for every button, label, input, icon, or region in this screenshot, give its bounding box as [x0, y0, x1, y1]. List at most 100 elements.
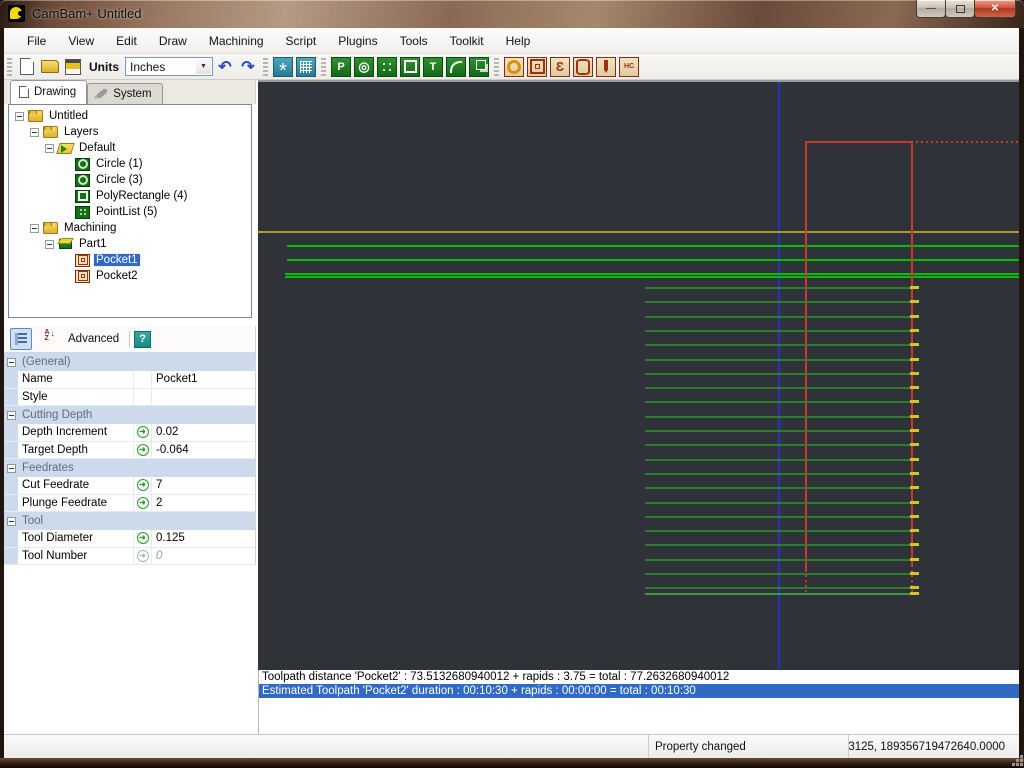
minimize-button[interactable]: — [916, 0, 946, 18]
expander-icon[interactable] [45, 144, 54, 153]
log-message[interactable]: Toolpath distance 'Pocket2' : 73.5132680… [259, 670, 1019, 684]
rectangle-icon[interactable] [400, 57, 420, 77]
rapid-tick-15-line [910, 501, 919, 504]
collapse-icon[interactable] [7, 358, 16, 367]
pointlist-icon[interactable] [377, 57, 397, 77]
property-value[interactable]: -0.064 [152, 442, 255, 459]
property-category[interactable]: (General) [4, 353, 255, 371]
property-category[interactable]: Cutting Depth [4, 406, 255, 424]
advanced-button[interactable]: Advanced [62, 331, 125, 347]
menu-file[interactable]: File [16, 29, 57, 53]
surface-icon[interactable] [469, 57, 489, 77]
property-value[interactable]: Pocket1 [152, 371, 255, 388]
tab-drawing[interactable]: Drawing [10, 80, 87, 104]
property-row-target-depth[interactable]: Target Depth➜-0.064 [4, 442, 255, 460]
open-file-icon[interactable] [40, 57, 60, 77]
property-value[interactable]: 0.02 [152, 424, 255, 441]
property-value[interactable]: 0 [152, 548, 255, 565]
collapse-icon[interactable] [7, 517, 16, 526]
property-row-style[interactable]: Style [4, 389, 255, 407]
menu-draw[interactable]: Draw [148, 29, 198, 53]
alphabetical-sort-button[interactable]: AZ [36, 328, 58, 350]
green-arrow-icon[interactable]: ➜ [137, 532, 149, 544]
maximize-button[interactable] [945, 0, 975, 18]
property-row-tool-diameter[interactable]: Tool Diameter➜0.125 [4, 530, 255, 548]
green-arrow-icon[interactable]: ➜ [137, 444, 149, 456]
green-arrow-icon[interactable]: ➜ [137, 479, 149, 491]
tree-item-untitled[interactable]: Untitled [9, 108, 251, 124]
log-message[interactable]: Estimated Toolpath 'Pocket2' duration : … [259, 684, 1019, 698]
property-value[interactable]: 7 [152, 477, 255, 494]
new-file-icon[interactable] [17, 57, 37, 77]
tree-item-machining[interactable]: Machining [9, 220, 251, 236]
tab-system[interactable]: System [87, 83, 162, 104]
engrave-icon[interactable] [550, 57, 570, 77]
property-category[interactable]: Tool [4, 512, 255, 530]
property-row-depth-increment[interactable]: Depth Increment➜0.02 [4, 424, 255, 442]
green-arrow-icon[interactable]: ➜ [137, 426, 149, 438]
categorized-view-button[interactable] [10, 328, 32, 350]
toolbar-grip[interactable] [263, 58, 268, 76]
resize-grip[interactable] [1020, 763, 1023, 766]
menu-view[interactable]: View [57, 29, 105, 53]
tree-item-polyrectangle-4-[interactable]: PolyRectangle (4) [9, 188, 251, 204]
circle-icon[interactable] [354, 57, 374, 77]
units-dropdown[interactable]: Inches ▼ [125, 57, 213, 76]
property-row-plunge-feedrate[interactable]: Plunge Feedrate➜2 [4, 495, 255, 513]
polyline-icon[interactable] [331, 57, 351, 77]
snap-icon[interactable] [273, 57, 293, 77]
redo-icon[interactable]: ↷ [238, 57, 258, 77]
menu-toolkit[interactable]: Toolkit [439, 29, 495, 53]
expander-icon[interactable] [30, 128, 39, 137]
tree-item-label: Pocket1 [94, 254, 140, 266]
tree-item-pocket2[interactable]: Pocket2 [9, 268, 251, 284]
grid-icon[interactable] [296, 57, 316, 77]
save-icon[interactable] [63, 57, 83, 77]
property-value[interactable]: 2 [152, 495, 255, 512]
menu-help[interactable]: Help [495, 29, 542, 53]
green-arrow-icon[interactable]: ➜ [137, 497, 149, 509]
property-category[interactable]: Feedrates [4, 459, 255, 477]
expander-icon[interactable] [30, 224, 39, 233]
toolbar-grip[interactable] [7, 58, 12, 76]
drill-icon[interactable] [504, 57, 524, 77]
toolbar-grip[interactable] [321, 58, 326, 76]
menu-machining[interactable]: Machining [198, 29, 275, 53]
help-icon[interactable]: ? [134, 331, 151, 348]
chevron-down-icon[interactable]: ▼ [196, 59, 211, 74]
tree-item-circle-1-[interactable]: Circle (1) [9, 156, 251, 172]
categorized-icon [15, 333, 27, 345]
property-row-name[interactable]: NamePocket1 [4, 371, 255, 389]
property-row-cut-feedrate[interactable]: Cut Feedrate➜7 [4, 477, 255, 495]
tree-item-circle-3-[interactable]: Circle (3) [9, 172, 251, 188]
arc-icon[interactable] [446, 57, 466, 77]
drawing-canvas[interactable] [258, 80, 1019, 670]
property-value[interactable]: 0.125 [152, 530, 255, 547]
tree-item-pocket1[interactable]: Pocket1 [9, 252, 251, 268]
expander-icon[interactable] [45, 240, 54, 249]
tree-item-layers[interactable]: Layers [9, 124, 251, 140]
drillbit-icon[interactable] [596, 57, 616, 77]
collapse-icon[interactable] [7, 411, 16, 420]
gray-arrow-icon[interactable]: ➜ [137, 550, 149, 562]
undo-icon[interactable]: ↶ [215, 57, 235, 77]
tab-label: System [113, 88, 151, 100]
gcode-icon[interactable] [619, 57, 639, 77]
toolbar-grip[interactable] [494, 58, 499, 76]
property-row-tool-number[interactable]: Tool Number➜0 [4, 548, 255, 566]
tree-item-pointlist-5-[interactable]: PointList (5) [9, 204, 251, 220]
menu-plugins[interactable]: Plugins [327, 29, 388, 53]
text-icon[interactable] [423, 57, 443, 77]
menu-script[interactable]: Script [275, 29, 328, 53]
tree-item-part1[interactable]: Part1 [9, 236, 251, 252]
menu-edit[interactable]: Edit [105, 29, 148, 53]
lathe-icon[interactable] [573, 57, 593, 77]
menu-tools[interactable]: Tools [389, 29, 439, 53]
property-value[interactable] [152, 389, 255, 406]
close-button[interactable]: ✕ [974, 0, 1016, 18]
expander-icon[interactable] [15, 112, 24, 121]
title-bar[interactable]: CamBam+ Untitled — ✕ [0, 0, 1024, 28]
collapse-icon[interactable] [7, 464, 16, 473]
pocket-icon[interactable] [527, 57, 547, 77]
tree-item-default[interactable]: Default [9, 140, 251, 156]
